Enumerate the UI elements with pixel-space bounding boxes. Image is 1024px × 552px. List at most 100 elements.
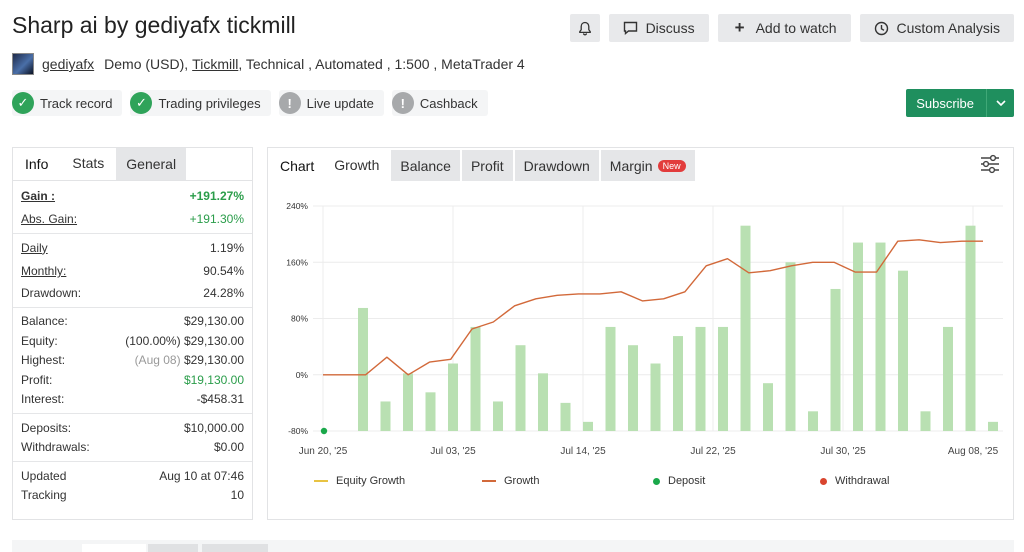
x-tick-label: Jun 20, '25 <box>299 446 348 457</box>
legend-label: Equity Growth <box>336 475 406 487</box>
growth-bar <box>943 326 953 431</box>
badge-cashback: ! Cashback <box>391 90 488 116</box>
bottom-tab[interactable] <box>82 544 146 552</box>
stat-gain: Gain : +191.27% <box>21 186 244 206</box>
comment-icon <box>623 21 637 35</box>
growth-bar <box>673 336 683 431</box>
tab-profit[interactable]: Profit <box>461 150 513 181</box>
stat-label[interactable]: Abs. Gain: <box>21 212 77 226</box>
chart-legend: Equity Growth Growth Deposit Withdrawal <box>268 475 1015 491</box>
growth-bar <box>538 373 548 431</box>
legend-label: Withdrawal <box>835 475 890 487</box>
stat-highest: Highest: (Aug 08) $29,130.00 <box>21 351 244 371</box>
growth-bar <box>853 242 863 431</box>
tab-drawdown[interactable]: Drawdown <box>514 150 599 181</box>
growth-bar <box>650 363 661 431</box>
stat-label: Profit: <box>21 372 53 387</box>
growth-bar <box>403 373 413 431</box>
x-tick-label: Jul 14, '25 <box>560 446 606 457</box>
stat-value: $10,000.00 <box>183 420 244 435</box>
badge-trading-privileges: ✓ Trading privileges <box>130 90 271 116</box>
stat-value: Aug 10 at 07:46 <box>159 468 244 483</box>
stat-abs-gain: Abs. Gain: +191.30% <box>21 210 244 230</box>
stat-equity: Equity: (100.00%) $29,130.00 <box>21 331 244 351</box>
growth-bar <box>808 411 818 431</box>
legend-equity-growth[interactable]: Equity Growth <box>314 475 405 487</box>
exclamation-icon: ! <box>391 92 414 114</box>
bottom-tab[interactable] <box>202 544 268 552</box>
account-details: , Technical , Automated , 1:500 , MetaTr… <box>238 56 525 72</box>
legend-growth[interactable]: Growth <box>482 475 539 487</box>
legend-deposit[interactable]: Deposit <box>653 475 705 487</box>
growth-bar <box>358 307 368 431</box>
tab-general[interactable]: General <box>116 148 187 180</box>
y-tick-label: 240% <box>286 201 308 211</box>
growth-bar <box>898 270 908 431</box>
discuss-label: Discuss <box>645 20 695 36</box>
stat-value: 10 <box>230 488 244 503</box>
growth-bar <box>515 345 526 431</box>
x-tick-label: Jul 30, '25 <box>820 446 866 457</box>
stat-label[interactable]: Gain : <box>21 189 55 203</box>
tab-margin[interactable]: Margin New <box>600 150 695 181</box>
growth-bar <box>583 421 593 431</box>
stat-withdrawals: Withdrawals: $0.00 <box>21 438 244 458</box>
growth-bar <box>605 326 616 431</box>
growth-bar <box>695 326 706 431</box>
discuss-button[interactable]: Discuss <box>608 14 709 42</box>
legend-label: Growth <box>504 475 540 487</box>
subscribe-button[interactable]: Subscribe <box>906 89 1014 117</box>
tab-chart[interactable]: Chart <box>272 150 322 181</box>
stat-value: 1.19% <box>209 240 244 255</box>
tab-info[interactable]: Info <box>13 148 60 180</box>
bell-icon <box>578 21 591 35</box>
tab-balance[interactable]: Balance <box>391 150 460 181</box>
stat-label: Withdrawals: <box>21 440 90 455</box>
add-to-watch-label: Add to watch <box>755 20 837 36</box>
stat-value: +191.30% <box>189 212 244 227</box>
legend-dot <box>653 477 660 485</box>
check-icon: ✓ <box>130 92 153 114</box>
sliders-icon[interactable] <box>979 154 1001 174</box>
y-tick-label: 160% <box>286 257 308 267</box>
badges-row: ✓ Track record ✓ Trading privileges ! Li… <box>12 90 488 116</box>
growth-bar <box>988 421 998 431</box>
stat-monthly: Monthly: 90.54% <box>21 262 244 282</box>
add-to-watch-button[interactable]: + Add to watch <box>717 14 851 42</box>
author-link[interactable]: gediyafx <box>42 56 94 72</box>
stat-value: $29,130.00 <box>183 353 244 368</box>
stat-value: 90.54% <box>203 264 244 279</box>
bottom-tabs-strip <box>12 540 1014 552</box>
growth-bar <box>785 262 796 431</box>
stat-label[interactable]: Monthly: <box>21 264 66 278</box>
y-tick-label: 80% <box>291 314 308 324</box>
chart-tabs: Chart Growth Balance Profit Drawdown Mar… <box>268 148 1013 181</box>
stat-value: +191.27% <box>189 188 244 203</box>
custom-analysis-button[interactable]: Custom Analysis <box>859 14 1014 42</box>
broker-link[interactable]: Tickmill <box>192 56 238 72</box>
chevron-down-icon[interactable] <box>986 89 1014 117</box>
notify-button[interactable] <box>569 14 600 42</box>
growth-bar <box>493 401 503 431</box>
growth-bar <box>718 326 728 431</box>
stat-interest: Interest: -$458.31 <box>21 390 244 410</box>
stat-updated: Updated Aug 10 at 07:46 <box>21 466 244 486</box>
growth-bar <box>830 288 841 431</box>
tab-stats[interactable]: Stats <box>60 148 117 180</box>
stats-list: Gain : +191.27% Abs. Gain: +191.30% Daily 1… <box>13 181 252 505</box>
bottom-tab[interactable] <box>148 544 198 552</box>
legend-dot <box>820 477 827 485</box>
stat-label[interactable]: Daily <box>21 241 48 255</box>
stat-label: Drawdown: <box>21 285 82 300</box>
tab-growth[interactable]: Growth <box>324 150 390 181</box>
x-tick-label: Jul 03, '25 <box>430 446 476 457</box>
y-tick-label: -80% <box>288 426 308 436</box>
stats-tabs: Info Stats General <box>13 148 252 181</box>
stat-balance: Balance: $29,130.00 <box>21 312 244 332</box>
page-title: Sharp ai by gediyafx tickmill <box>12 12 296 38</box>
legend-withdrawal[interactable]: Withdrawal <box>820 475 889 487</box>
stat-label: Balance: <box>21 314 68 329</box>
clock-icon <box>874 21 888 35</box>
growth-bar <box>380 401 391 431</box>
avatar[interactable] <box>12 53 34 75</box>
